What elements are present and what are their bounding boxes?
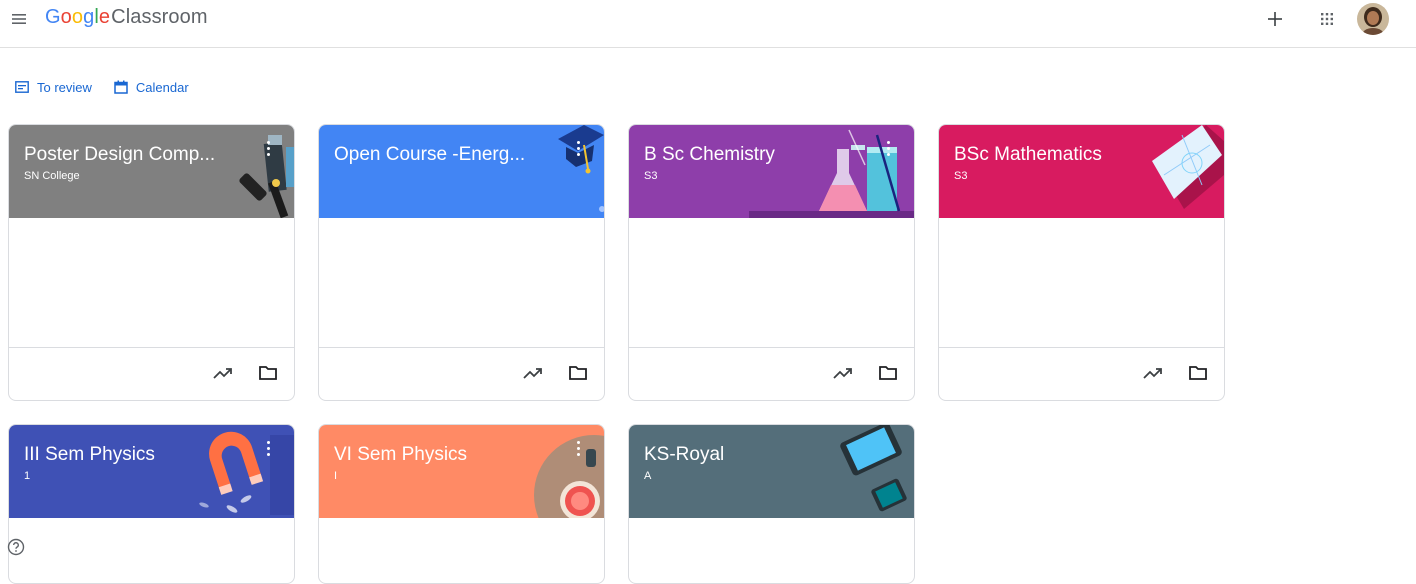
- folder-icon[interactable]: [1188, 365, 1208, 381]
- logo-letter: o: [60, 6, 72, 28]
- class-section: 1: [24, 470, 31, 482]
- devices-illustration: [840, 425, 907, 512]
- class-card: KS-Royal A: [628, 424, 915, 584]
- class-card-body: [9, 218, 294, 348]
- class-card-header[interactable]: Poster Design Comp... SN College: [9, 125, 294, 218]
- class-card-body: [319, 218, 604, 348]
- class-card-body: [629, 218, 914, 348]
- class-card-footer: [9, 348, 294, 400]
- class-card-footer: [939, 348, 1224, 400]
- help-icon[interactable]: [7, 538, 25, 556]
- class-card-header[interactable]: Open Course -Energ...: [319, 125, 604, 218]
- class-section: I: [334, 470, 338, 482]
- class-card-header[interactable]: KS-Royal A: [629, 425, 914, 518]
- folder-icon[interactable]: [878, 365, 898, 381]
- graduation-cap-illustration: [558, 125, 604, 212]
- class-card-header[interactable]: BSc Mathematics S3: [939, 125, 1224, 218]
- to-review-label: To review: [37, 79, 92, 95]
- class-card-body: [939, 218, 1224, 348]
- product-name: Classroom: [111, 6, 208, 28]
- to-review-link[interactable]: To review: [15, 80, 92, 95]
- class-title[interactable]: VI Sem Physics: [334, 444, 467, 466]
- class-card: Open Course -Energ...: [318, 124, 605, 401]
- hamburger-menu-icon[interactable]: [10, 9, 30, 29]
- class-title[interactable]: KS-Royal: [644, 444, 724, 466]
- app-logo[interactable]: GoogleClassroom: [45, 6, 208, 29]
- class-options-icon[interactable]: [264, 441, 272, 461]
- create-join-class-icon[interactable]: [1264, 8, 1286, 30]
- class-title[interactable]: B Sc Chemistry: [644, 144, 775, 166]
- logo-letter: o: [71, 6, 84, 28]
- logo-letter: g: [83, 6, 95, 28]
- lab-dish-illustration: [534, 435, 604, 518]
- class-title[interactable]: III Sem Physics: [24, 444, 155, 466]
- class-title[interactable]: BSc Mathematics: [954, 144, 1102, 166]
- magnet-illustration: [199, 431, 294, 515]
- calendar-link[interactable]: Calendar: [114, 80, 189, 95]
- class-card-footer: [629, 348, 914, 400]
- trending-up-icon[interactable]: [1142, 365, 1164, 381]
- calendar-label: Calendar: [135, 79, 189, 95]
- class-card: III Sem Physics 1: [8, 424, 295, 584]
- apps-grid-icon[interactable]: [1317, 9, 1337, 29]
- avatar[interactable]: [1357, 3, 1389, 35]
- trending-up-icon[interactable]: [832, 365, 854, 381]
- class-options-icon[interactable]: [574, 141, 582, 161]
- class-card: VI Sem Physics I: [318, 424, 605, 584]
- class-options-icon[interactable]: [574, 441, 582, 461]
- class-section: S3: [644, 170, 658, 182]
- review-tray-icon: [15, 81, 29, 93]
- class-card: BSc Mathematics S3: [938, 124, 1225, 401]
- pen-design-illustration: [239, 135, 294, 218]
- top-app-bar: GoogleClassroom: [0, 0, 1416, 48]
- logo-letter: e: [98, 6, 111, 28]
- class-options-icon[interactable]: [884, 141, 892, 161]
- class-section: S3: [954, 170, 968, 182]
- flask-beaker-illustration: [749, 129, 914, 218]
- trending-up-icon[interactable]: [522, 365, 544, 381]
- class-card: B Sc Chemistry S3: [628, 124, 915, 401]
- secondary-nav: To review Calendar: [15, 77, 211, 97]
- class-options-icon[interactable]: [264, 141, 272, 161]
- class-section: SN College: [24, 170, 80, 182]
- class-card-header[interactable]: VI Sem Physics I: [319, 425, 604, 518]
- logo-letter: G: [45, 6, 61, 28]
- folder-icon[interactable]: [568, 365, 588, 381]
- class-title[interactable]: Open Course -Energ...: [334, 144, 525, 166]
- class-card-footer: [319, 348, 604, 400]
- geometry-tablet-illustration: [1152, 125, 1224, 209]
- class-card: Poster Design Comp... SN College: [8, 124, 295, 401]
- calendar-icon: [114, 80, 128, 94]
- trending-up-icon[interactable]: [212, 365, 234, 381]
- class-title[interactable]: Poster Design Comp...: [24, 144, 215, 166]
- class-section: A: [644, 470, 652, 482]
- class-card-header[interactable]: III Sem Physics 1: [9, 425, 294, 518]
- class-card-header[interactable]: B Sc Chemistry S3: [629, 125, 914, 218]
- folder-icon[interactable]: [258, 365, 278, 381]
